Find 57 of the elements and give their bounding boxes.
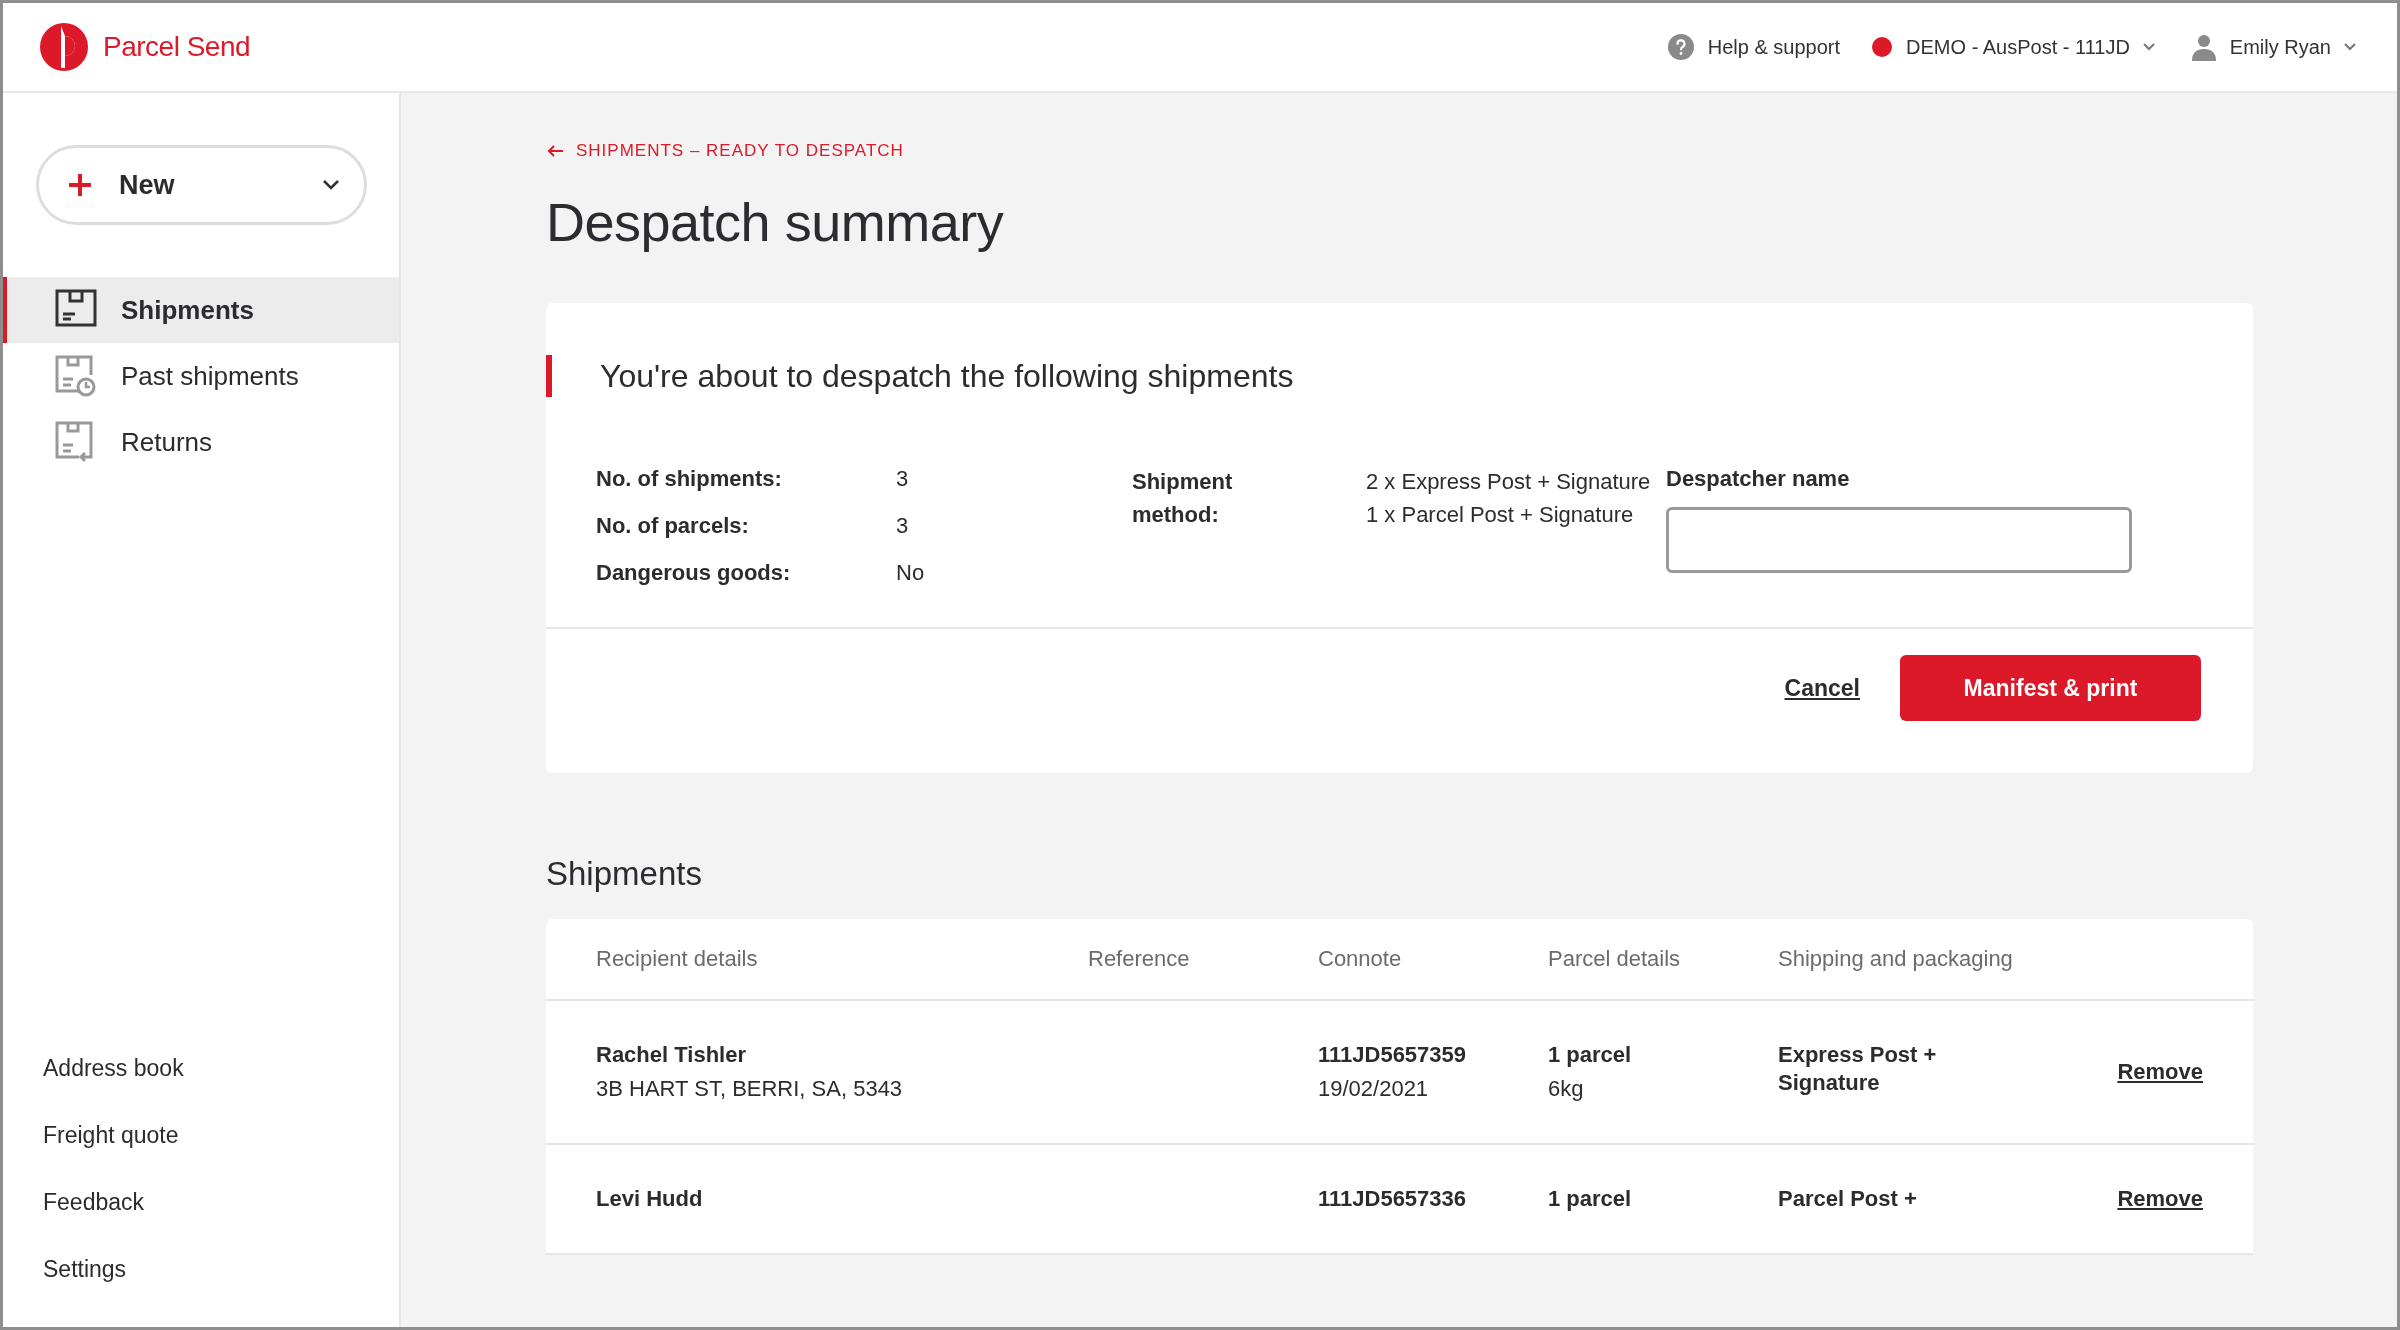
column-header: Shipping and packaging: [1778, 946, 2014, 972]
nav-item[interactable]: Returns: [3, 409, 399, 475]
chevron-down-icon[interactable]: [2343, 42, 2357, 52]
nav-item[interactable]: Past shipments: [3, 343, 399, 409]
new-button[interactable]: New: [36, 145, 367, 225]
fact-label: No. of shipments:: [596, 465, 783, 493]
cancel-link[interactable]: Cancel: [1784, 674, 1860, 702]
method-value: 2 x Express Post + Signature: [1366, 468, 1652, 496]
manifest-print-button[interactable]: Manifest & print: [1900, 655, 2201, 721]
sidebar-link[interactable]: Address book: [43, 1055, 399, 1082]
recipient-name: Rachel Tishler: [596, 1041, 747, 1069]
fact-label: Dangerous goods:: [596, 559, 792, 587]
help-link[interactable]: Help & support: [1707, 35, 1841, 59]
column-header: Parcel details: [1548, 946, 1682, 972]
field-label: Despatcher name: [1666, 465, 1851, 493]
fact-value: 3: [896, 512, 910, 540]
nav-item[interactable]: Shipments: [3, 277, 399, 343]
page-title: Despatch summary: [546, 191, 1005, 253]
sidebar-link[interactable]: Freight quote: [43, 1122, 399, 1149]
despatcher-name-field[interactable]: [1666, 507, 2132, 573]
fact-value: 3: [896, 465, 910, 493]
recipient-address: 3B HART ST, BERRI, SA, 5343: [596, 1075, 904, 1103]
connote-number: 111JD5657336: [1318, 1185, 1468, 1213]
status-dot: [1872, 37, 1893, 57]
recipient-name: Levi Hudd: [596, 1185, 704, 1213]
remove-link[interactable]: Remove: [2117, 1058, 2203, 1086]
arrow-left-icon: [546, 144, 564, 158]
method-value: 1 x Parcel Post + Signature: [1366, 501, 1635, 529]
user-icon[interactable]: [2189, 33, 2218, 61]
sidebar-link[interactable]: Settings: [43, 1256, 399, 1283]
parcel-weight: 6kg: [1548, 1075, 1585, 1103]
connote-date: 19/02/2021: [1318, 1075, 1430, 1103]
brand-name[interactable]: Parcel Send: [103, 31, 251, 63]
sidebar-link[interactable]: Feedback: [43, 1189, 399, 1216]
section-heading: Shipments: [546, 855, 703, 893]
connote-number: 111JD5657359: [1318, 1041, 1468, 1069]
method-label: Shipment method:: [1132, 468, 1234, 529]
parcel-count: 1 parcel: [1548, 1041, 1633, 1069]
plus-icon: [67, 172, 93, 198]
fact-value: No: [896, 559, 926, 587]
column-header: Recipient details: [596, 946, 759, 972]
help-icon[interactable]: [1667, 34, 1694, 60]
breadcrumb-link[interactable]: SHIPMENTS – READY TO DESPATCH: [546, 141, 2397, 161]
remove-link[interactable]: Remove: [2117, 1185, 2203, 1213]
shipping-method: Parcel Post +: [1778, 1185, 1918, 1213]
summary-heading: You're about to despatch the following shipments: [546, 355, 2253, 397]
logo-icon: [39, 22, 89, 72]
chevron-down-icon[interactable]: [2141, 42, 2156, 52]
column-header: Reference: [1088, 946, 1191, 972]
shipping-method: Express Post + Signature: [1778, 1041, 1938, 1097]
box-clock-icon: [55, 355, 97, 397]
user-menu[interactable]: Emily Ryan: [2229, 35, 2331, 59]
account-selector[interactable]: DEMO - AusPost - 111JD: [1906, 35, 2130, 59]
parcel-count: 1 parcel: [1548, 1185, 1633, 1213]
chevron-down-icon: [322, 179, 340, 191]
column-header: Connote: [1318, 946, 1403, 972]
fact-label: No. of parcels:: [596, 512, 750, 540]
